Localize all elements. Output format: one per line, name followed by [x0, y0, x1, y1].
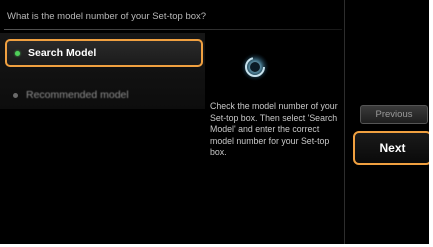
loading-spinner-icon: [241, 53, 269, 81]
title-divider: [4, 29, 342, 30]
option-label: Search Model: [28, 47, 97, 59]
selected-bullet-icon: [15, 50, 20, 56]
option-recommended-model[interactable]: Recommended model: [5, 81, 203, 109]
bullet-icon: [13, 92, 18, 98]
next-button[interactable]: Next: [353, 131, 432, 165]
button-column-divider: [344, 0, 345, 244]
help-instructions: Check the model number of your Set-top b…: [210, 101, 338, 158]
previous-button[interactable]: Previous: [360, 105, 428, 124]
option-label: Recommended model: [26, 89, 129, 101]
tv-setup-screen: What is the model number of your Set-top…: [0, 0, 433, 247]
option-search-model[interactable]: Search Model: [5, 39, 203, 67]
frame-edge: [429, 0, 433, 247]
setup-question: What is the model number of your Set-top…: [7, 11, 207, 22]
